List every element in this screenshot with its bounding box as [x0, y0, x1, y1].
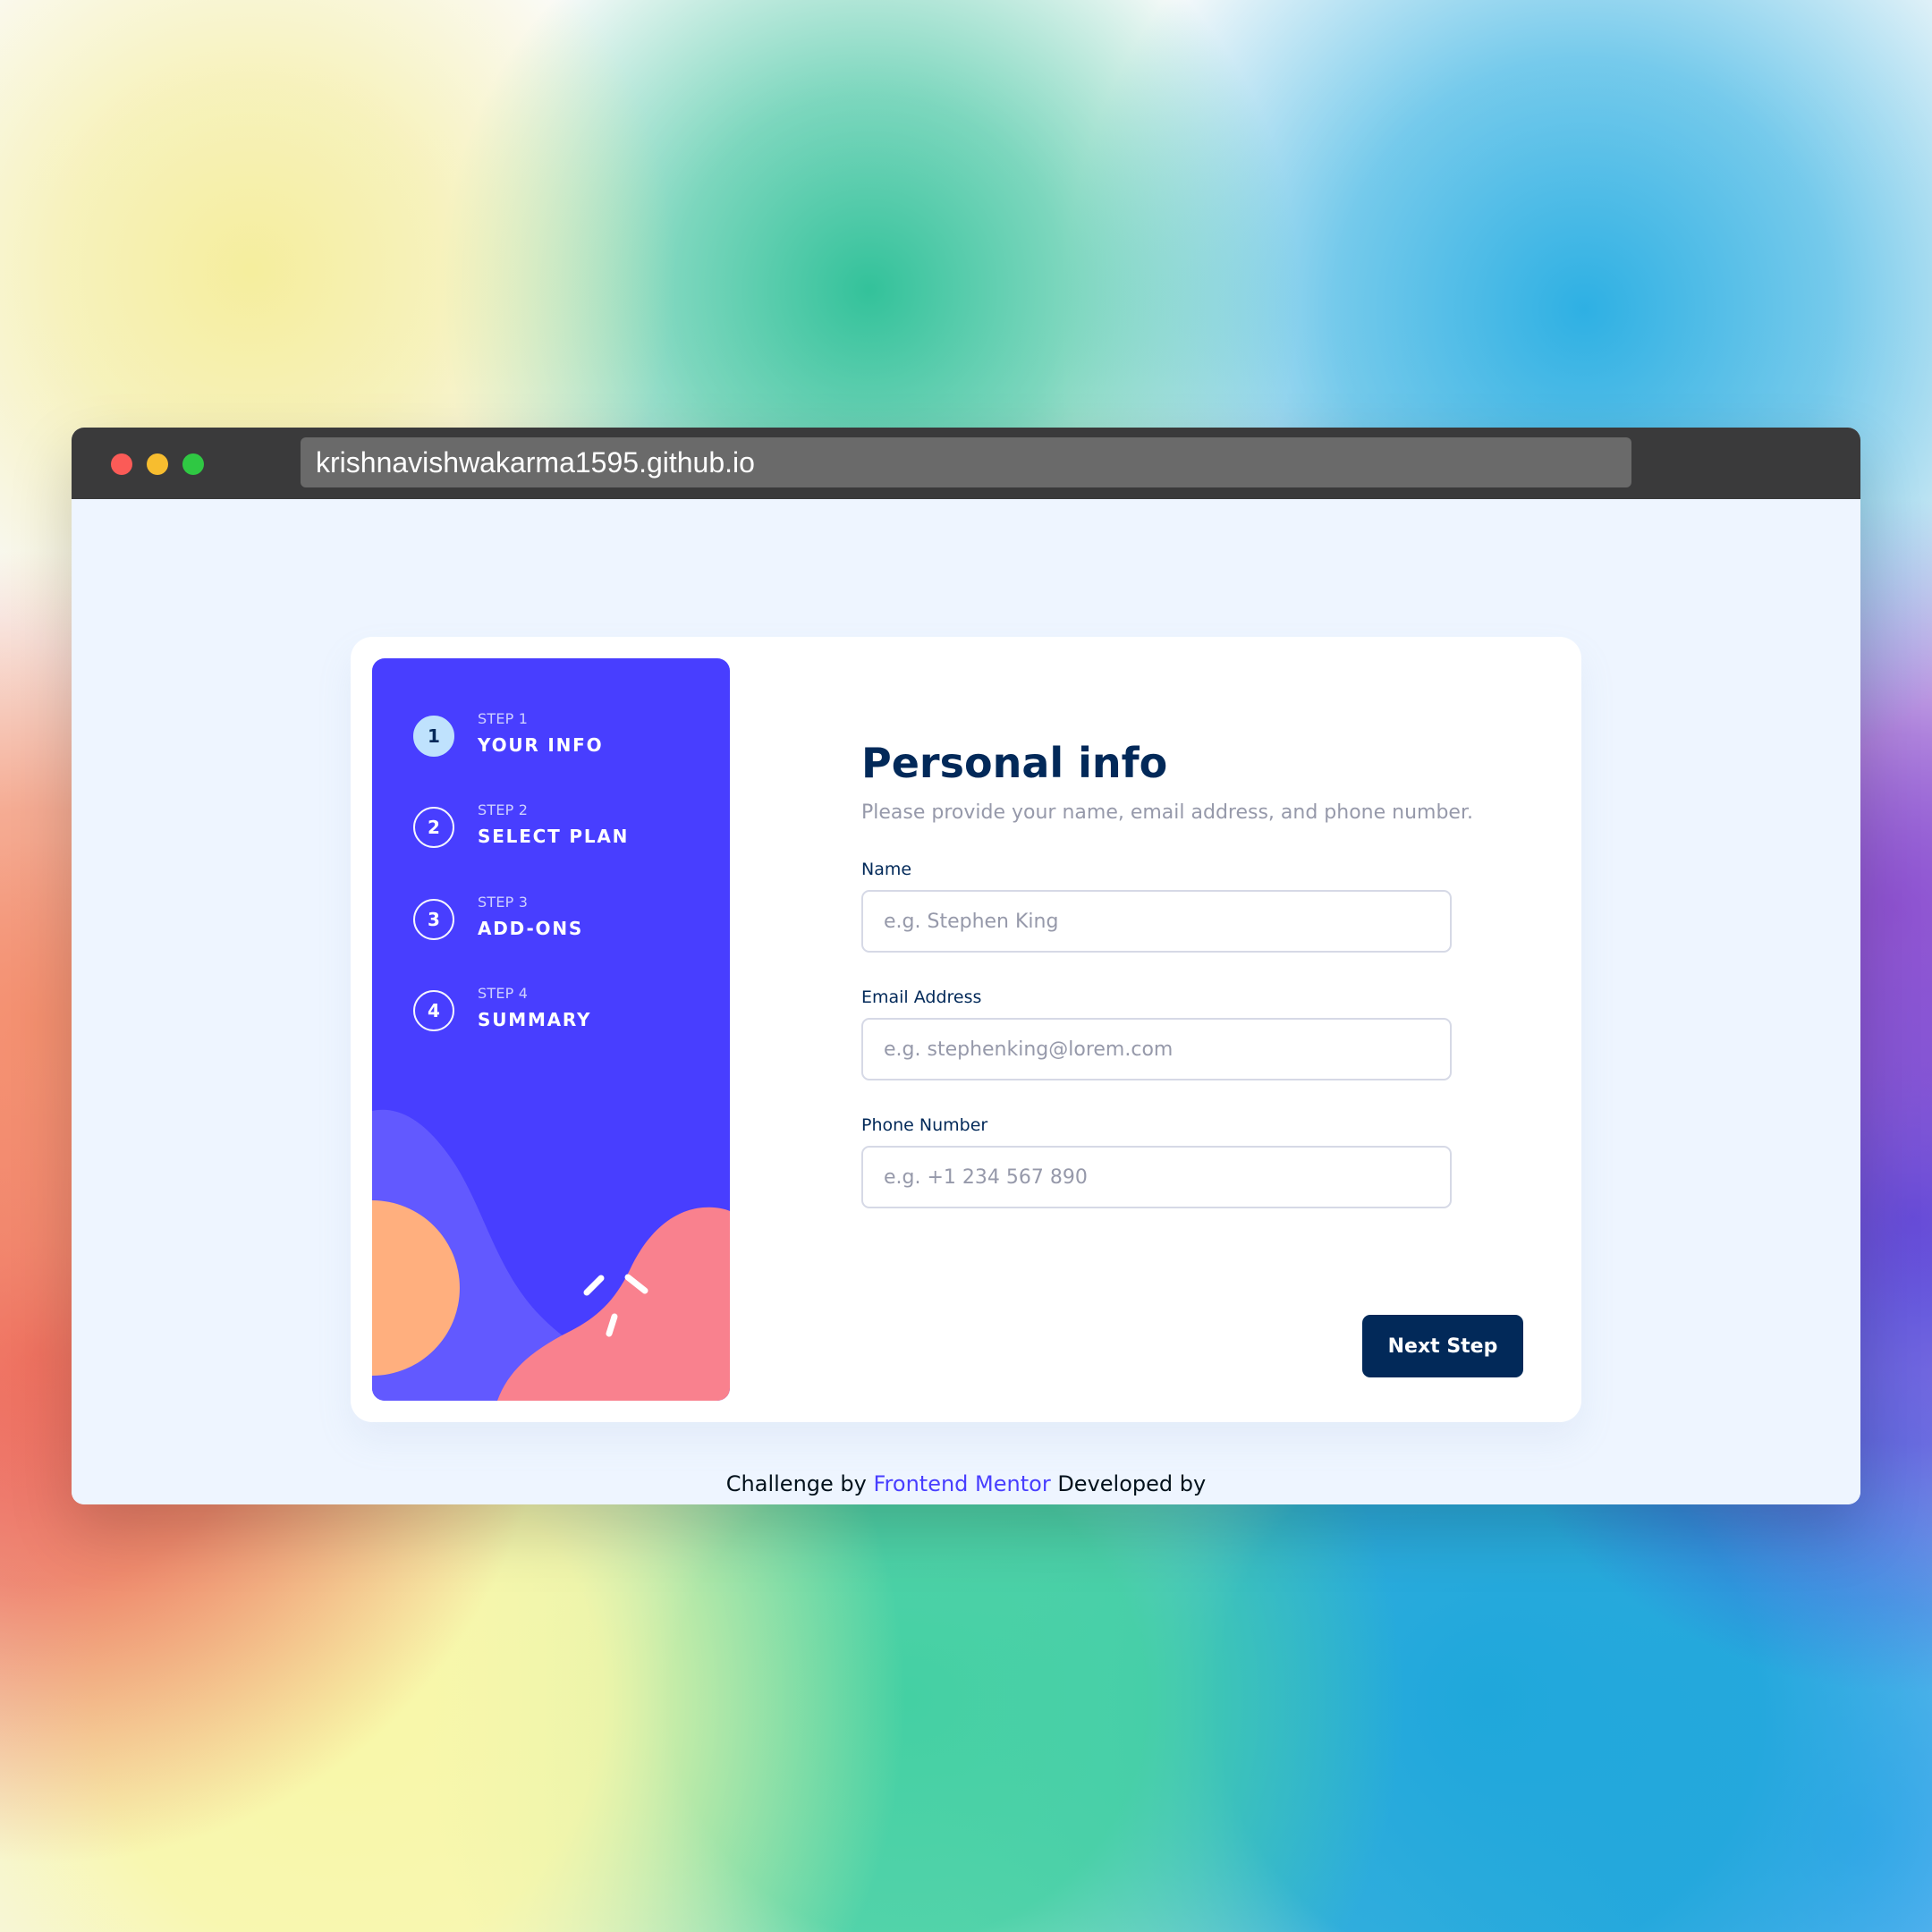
- attribution-footer: Challenge by Frontend Mentor Developed b…: [72, 1471, 1860, 1496]
- name-input[interactable]: [861, 890, 1452, 953]
- browser-toolbar: krishnavishwakarma1595.github.io: [72, 428, 1860, 499]
- page-title: Personal info: [861, 738, 1168, 787]
- address-bar[interactable]: krishnavishwakarma1595.github.io: [301, 437, 1631, 487]
- multi-step-form-card: 1 STEP 1 YOUR INFO 2 STEP 2 SELECT PLAN …: [351, 637, 1581, 1422]
- page-subtitle: Please provide your name, email address,…: [861, 801, 1473, 824]
- phone-field-label: Phone Number: [861, 1115, 988, 1135]
- phone-input[interactable]: [861, 1146, 1452, 1208]
- email-input[interactable]: [861, 1018, 1452, 1080]
- footer-suffix: Developed by: [1057, 1471, 1207, 1496]
- close-window-icon[interactable]: [111, 453, 132, 475]
- browser-window: krishnavishwakarma1595.github.io 1 STEP …: [72, 428, 1860, 1504]
- form-content: Personal info Please provide your name, …: [351, 637, 1581, 1422]
- zoom-window-icon[interactable]: [182, 453, 204, 475]
- page-viewport: 1 STEP 1 YOUR INFO 2 STEP 2 SELECT PLAN …: [72, 499, 1860, 1504]
- next-step-button[interactable]: Next Step: [1362, 1315, 1523, 1377]
- frontend-mentor-link[interactable]: Frontend Mentor: [874, 1471, 1051, 1496]
- minimize-window-icon[interactable]: [147, 453, 168, 475]
- email-field-label: Email Address: [861, 987, 982, 1007]
- footer-prefix: Challenge by: [725, 1471, 867, 1496]
- name-field-label: Name: [861, 860, 912, 879]
